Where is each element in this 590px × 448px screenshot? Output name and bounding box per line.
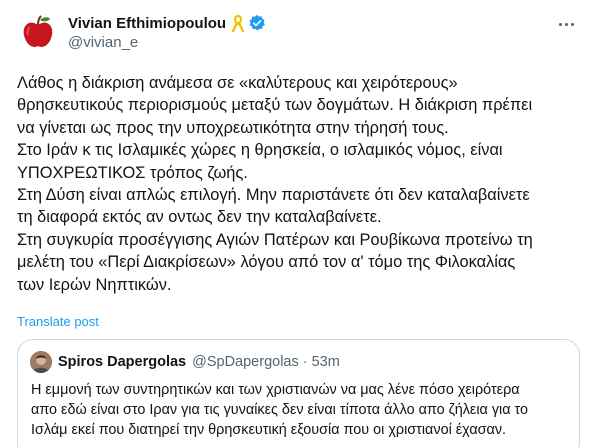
more-options-button[interactable] [554,14,578,34]
tweet-line: μελέτη του «Περί Διακρίσεων» λόγου από τ… [17,253,516,272]
tweet-line: ΥΠΟΧΡΕΩΤΙΚΟΣ τρόπος ζωής. [17,163,248,182]
quote-handle: @SpDapergolas [192,354,299,370]
author-avatar[interactable] [18,13,58,53]
tweet-line: Στη συγκυρία προσέγγισης Αγιών Πατέρων κ… [17,230,533,249]
tweet-line: να γίνεται ως προς την υποχρεωτικότητα σ… [17,118,449,137]
yellow-ribbon-icon [230,14,246,33]
dot-icon [564,22,568,26]
tweet-header: Vivian Efthimiopoulou @vivian_e [18,10,578,58]
red-apple-avatar-icon [18,13,58,53]
quote-separator: · [302,354,308,370]
quote-line: Η εμμονή των συντηρητικών και των χριστι… [31,382,520,398]
quote-display-name: Spiros Dapergolas [58,354,187,370]
dot-icon [558,22,562,26]
tweet-line: τη διαφορά εκτός αν οντως δεν την καταλα… [17,208,382,227]
dot-icon [570,22,574,26]
tweet-line: Στο Ιράν κ τις Ισλαμικές χώρες η θρησκεί… [17,141,503,160]
person-avatar-icon [30,351,52,373]
verified-badge-icon [248,14,266,32]
quote-header: Spiros Dapergolas @SpDapergolas · 53m [30,351,340,373]
author-handle[interactable]: @vivian_e [68,34,138,51]
tweet-line: θρησκευτικούς περιορισμούς μεταξύ των δο… [17,96,533,115]
tweet-line: Λάθος η διάκριση ανάμεσα σε «καλύτερους … [17,74,458,92]
quoted-tweet-card[interactable]: Spiros Dapergolas @SpDapergolas · 53m Η … [17,339,580,448]
author-name-row: Vivian Efthimiopoulou [68,12,266,34]
tweet-line: των Ιερών Νηπτικών. [17,275,172,294]
tweet-text: Λάθος η διάκριση ανάμεσα σε «καλύτερους … [17,72,585,296]
quote-text: Η εμμονή των συντηρητικών και των χριστι… [31,380,576,440]
author-display-name[interactable]: Vivian Efthimiopoulou [68,15,226,32]
quote-author-avatar [30,351,52,373]
quote-timestamp: 53m [311,354,340,370]
translate-post-link[interactable]: Translate post [17,314,99,329]
tweet-line: Στη Δύση είναι απλώς επιλογή. Μην παριστ… [17,186,530,205]
quote-line: Ισλάμ εκεί που διατηρεί την θρησκευτική … [31,422,507,438]
quote-line: απο εδώ είναι στο Ιραν για τις γυναίκες … [31,402,529,418]
